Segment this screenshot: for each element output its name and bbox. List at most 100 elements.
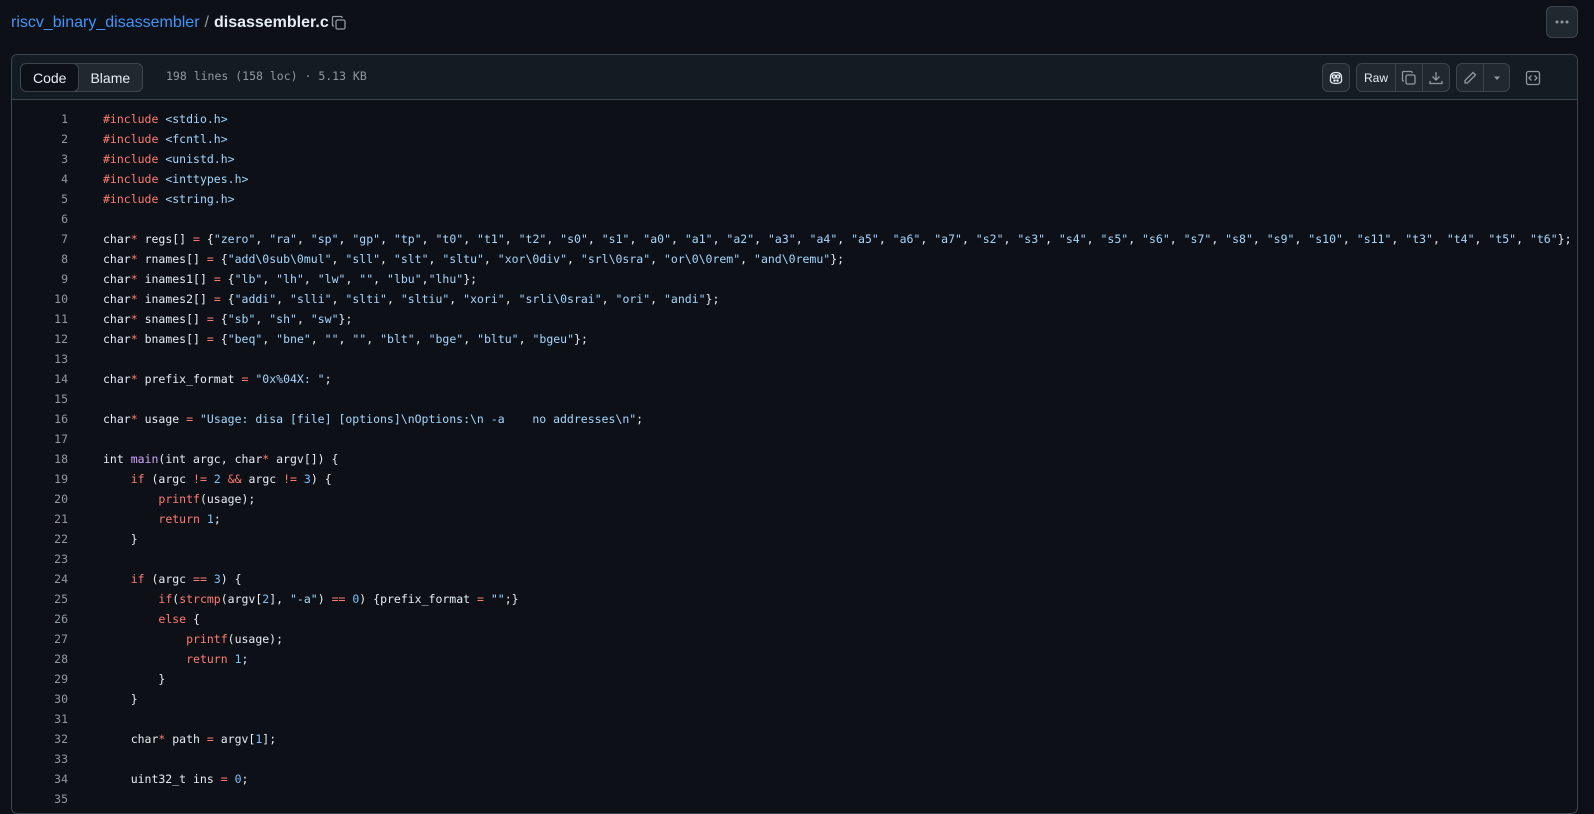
code-line: 8 char* rnames[] = {"add\0sub\0mul", "sll… — [12, 249, 1577, 269]
line-number[interactable]: 13 — [12, 349, 68, 369]
line-number[interactable]: 18 — [12, 449, 68, 469]
download-button[interactable] — [1422, 63, 1450, 92]
line-number[interactable]: 19 — [12, 469, 68, 489]
code-token: , — [303, 272, 318, 286]
edit-options-dropdown[interactable] — [1483, 63, 1510, 92]
line-number[interactable]: 5 — [12, 189, 68, 209]
code-token: prefix_format — [137, 372, 242, 386]
line-number[interactable]: 3 — [12, 149, 68, 169]
code-line: 25 if(strcmp(argv[2], "-a") == 0) {prefi… — [12, 589, 1577, 609]
code-token: "s8" — [1225, 232, 1253, 246]
code-line: 13 — [12, 349, 1577, 369]
line-number[interactable]: 35 — [12, 789, 68, 809]
code-token: * — [130, 232, 138, 246]
line-number[interactable]: 32 — [12, 729, 68, 749]
line-number[interactable]: 4 — [12, 169, 68, 189]
line-number[interactable]: 1 — [12, 109, 68, 129]
code-token: , — [629, 232, 644, 246]
line-number[interactable]: 2 — [12, 129, 68, 149]
copilot-button[interactable] — [1322, 63, 1350, 92]
copy-path-button[interactable] — [328, 12, 350, 34]
code-token: ], — [269, 592, 290, 606]
line-number[interactable]: 24 — [12, 569, 68, 589]
copy-raw-button[interactable] — [1395, 63, 1423, 92]
code-token: , — [380, 252, 394, 266]
code-token: = — [213, 292, 221, 306]
line-number[interactable]: 31 — [12, 709, 68, 729]
code-token: , — [1342, 232, 1357, 246]
line-number[interactable]: 23 — [12, 549, 68, 569]
code-view[interactable]: 1 #include <stdio.h> 2 #include <fcntl.h> 3 #… — [12, 109, 1577, 809]
line-number[interactable]: 14 — [12, 369, 68, 389]
code-line: 35 — [12, 789, 1577, 809]
line-number[interactable]: 26 — [12, 609, 68, 629]
raw-button[interactable]: Raw — [1356, 63, 1396, 92]
line-number[interactable]: 34 — [12, 769, 68, 789]
line-number[interactable]: 22 — [12, 529, 68, 549]
line-content: char* snames[] = {"sb", "sh", "sw"}; — [103, 309, 352, 329]
line-number[interactable]: 10 — [12, 289, 68, 309]
code-token: "s6" — [1142, 232, 1170, 246]
edit-file-button[interactable] — [1456, 63, 1484, 92]
tab-blame[interactable]: Blame — [78, 64, 142, 91]
more-options-button[interactable] — [1546, 6, 1578, 38]
line-number[interactable]: 9 — [12, 269, 68, 289]
code-token: , — [504, 232, 519, 246]
code-token: (argv[ — [220, 592, 263, 606]
code-token: , — [546, 232, 561, 246]
line-number[interactable]: 17 — [12, 429, 68, 449]
tab-code[interactable]: Code — [21, 64, 80, 91]
code-token: (argc — [144, 472, 194, 486]
code-line: 7 char* regs[] = {"zero", "ra", "sp", "gp… — [12, 229, 1577, 249]
line-number[interactable]: 20 — [12, 489, 68, 509]
repo-link[interactable]: riscv_binary_disassembler — [11, 14, 200, 31]
code-token: , — [1169, 232, 1184, 246]
code-token: char — [103, 292, 131, 306]
code-token: = — [213, 272, 221, 286]
code-token: }; — [463, 272, 478, 286]
line-number[interactable]: 7 — [12, 229, 68, 249]
code-line: 15 — [12, 389, 1577, 409]
code-token: , — [1432, 232, 1447, 246]
code-token: strcmp — [179, 592, 221, 606]
code-token: ) — [317, 592, 332, 606]
code-token: "sw" — [310, 312, 339, 326]
line-number[interactable]: 11 — [12, 309, 68, 329]
code-token: , — [1211, 232, 1226, 246]
symbols-panel-button[interactable] — [1518, 63, 1548, 92]
code-token: , — [518, 332, 533, 346]
line-number[interactable]: 33 — [12, 749, 68, 769]
line-number[interactable]: 28 — [12, 649, 68, 669]
line-number[interactable]: 15 — [12, 389, 68, 409]
code-token: && — [227, 472, 242, 486]
line-number[interactable]: 30 — [12, 689, 68, 709]
line-number[interactable]: 27 — [12, 629, 68, 649]
code-token: * — [130, 312, 138, 326]
line-number[interactable]: 6 — [12, 209, 68, 229]
code-token: , — [296, 232, 311, 246]
line-number[interactable]: 29 — [12, 669, 68, 689]
code-token: , — [338, 332, 353, 346]
code-token: "blt" — [380, 332, 415, 346]
code-token: , — [331, 252, 346, 266]
code-token: ) { — [220, 572, 242, 586]
line-number[interactable]: 16 — [12, 409, 68, 429]
code-token: "zero" — [213, 232, 256, 246]
code-token: "xor\0div" — [497, 252, 568, 266]
code-token: "s10" — [1308, 232, 1343, 246]
code-token: printf — [186, 632, 228, 646]
line-number[interactable]: 12 — [12, 329, 68, 349]
line-number[interactable]: 25 — [12, 589, 68, 609]
code-token: (int argc, char — [158, 452, 263, 466]
code-token: #include — [103, 152, 159, 166]
code-token: , — [414, 332, 429, 346]
code-token: , — [795, 232, 810, 246]
code-token: "a1" — [684, 232, 713, 246]
line-number[interactable]: 21 — [12, 509, 68, 529]
code-token: "ra" — [269, 232, 297, 246]
line-number[interactable]: 8 — [12, 249, 68, 269]
